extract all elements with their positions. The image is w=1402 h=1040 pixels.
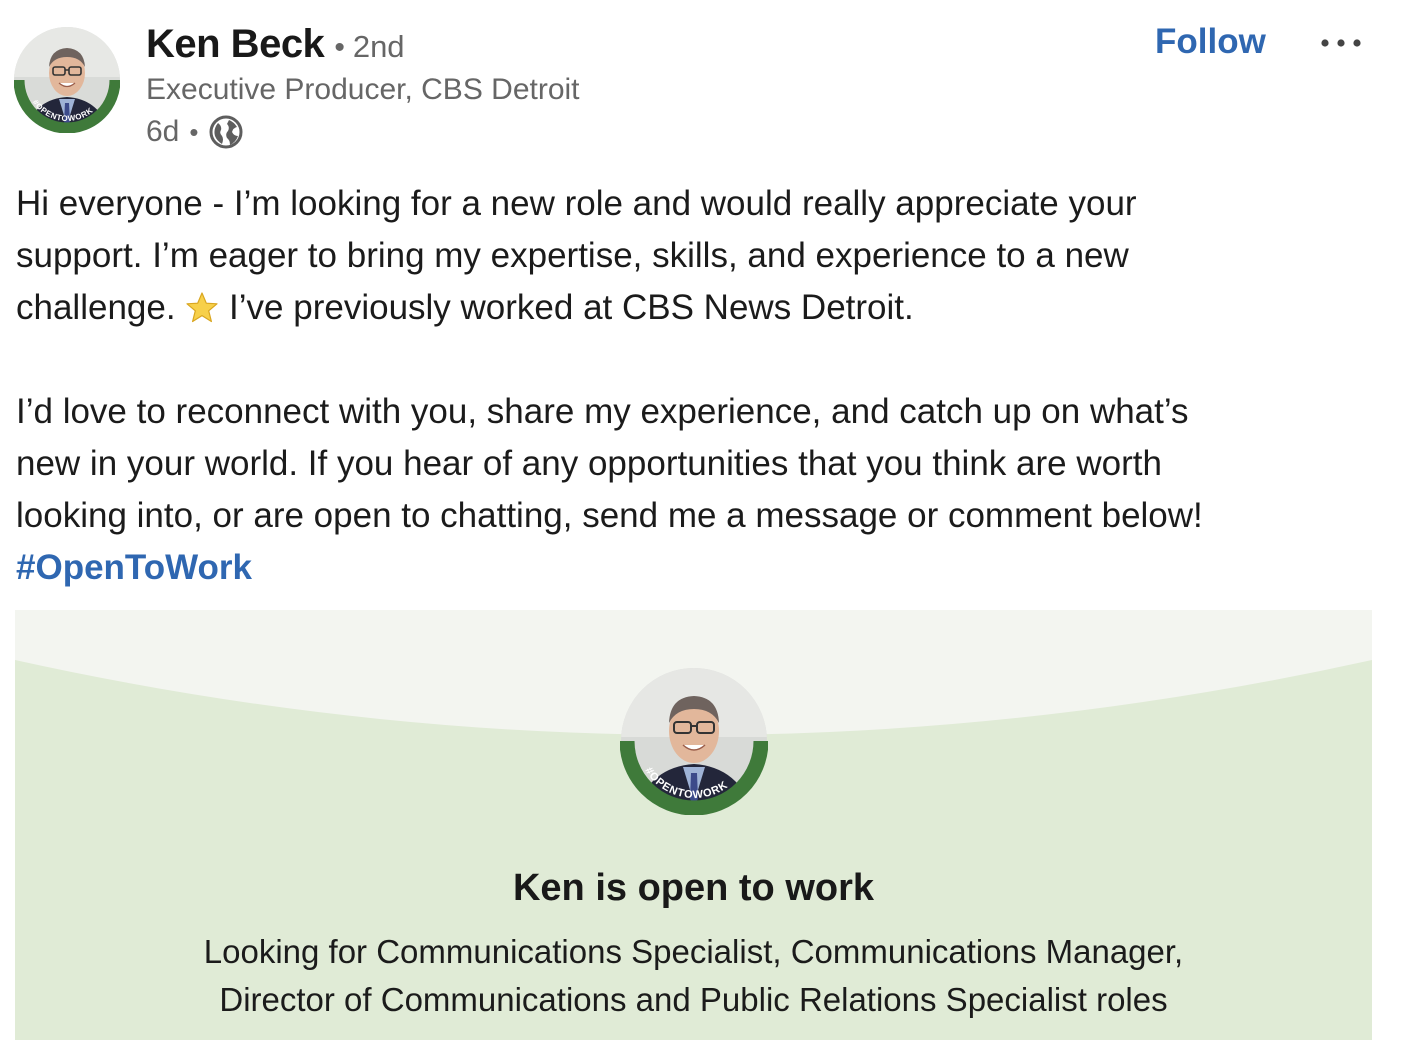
hashtag-line: #OpenToWork (16, 542, 1356, 594)
hashtag-link[interactable]: #OpenToWork (16, 548, 252, 587)
author-name[interactable]: Ken Beck (146, 22, 325, 67)
post-text-line: Hi everyone - I’m looking for a new role… (16, 184, 1137, 223)
post-text-line: support. I’m eager to bring my expertise… (16, 236, 1129, 275)
card-subtitle: Looking for Communications Specialist, C… (15, 928, 1372, 1024)
post-text-fragment: I’ve previously worked at CBS News Detro… (229, 288, 914, 327)
author-headline: Executive Producer, CBS Detroit (146, 73, 580, 106)
author-line: Ken Beck • 2nd (146, 22, 580, 67)
post-meta: 6d • (146, 114, 580, 150)
card-title: Ken is open to work (512, 867, 875, 909)
post-body: Hi everyone - I’m looking for a new role… (16, 178, 1356, 594)
ellipsis-icon (1321, 39, 1361, 47)
card-subtitle-line: Director of Communications and Public Re… (219, 981, 1168, 1018)
open-to-work-card[interactable]: #OPENTOWORK Ken is open to work Looking … (15, 610, 1372, 1040)
card-subtitle-line: Looking for Communications Specialist, C… (203, 933, 1184, 970)
avatar-photo: #OPENTOWORK (619, 668, 769, 816)
post-text-line: looking into, or are open to chatting, s… (16, 496, 1203, 535)
separator-dot: • (189, 116, 199, 147)
post-text-line: new in your world. If you hear of any op… (16, 444, 1162, 483)
star-emoji-icon (185, 288, 219, 323)
separator-dot: • (334, 31, 345, 64)
follow-button[interactable]: Follow (1155, 22, 1266, 62)
connection-degree: 2nd (352, 29, 405, 64)
post-header: Ken Beck • 2nd Executive Producer, CBS D… (146, 22, 580, 150)
post-text-fragment: challenge. (16, 288, 176, 327)
avatar-photo: #OPENTOWORK (13, 27, 121, 134)
author-avatar[interactable]: #OPENTOWORK (13, 27, 121, 134)
globe-icon (208, 114, 244, 150)
post-text-line: I’d love to reconnect with you, share my… (16, 392, 1189, 431)
post-text-line: challenge. I’ve previously worked at CBS… (16, 282, 1356, 334)
more-options-button[interactable] (1318, 26, 1364, 62)
card-avatar: #OPENTOWORK (619, 667, 769, 816)
post-time: 6d (146, 115, 180, 148)
